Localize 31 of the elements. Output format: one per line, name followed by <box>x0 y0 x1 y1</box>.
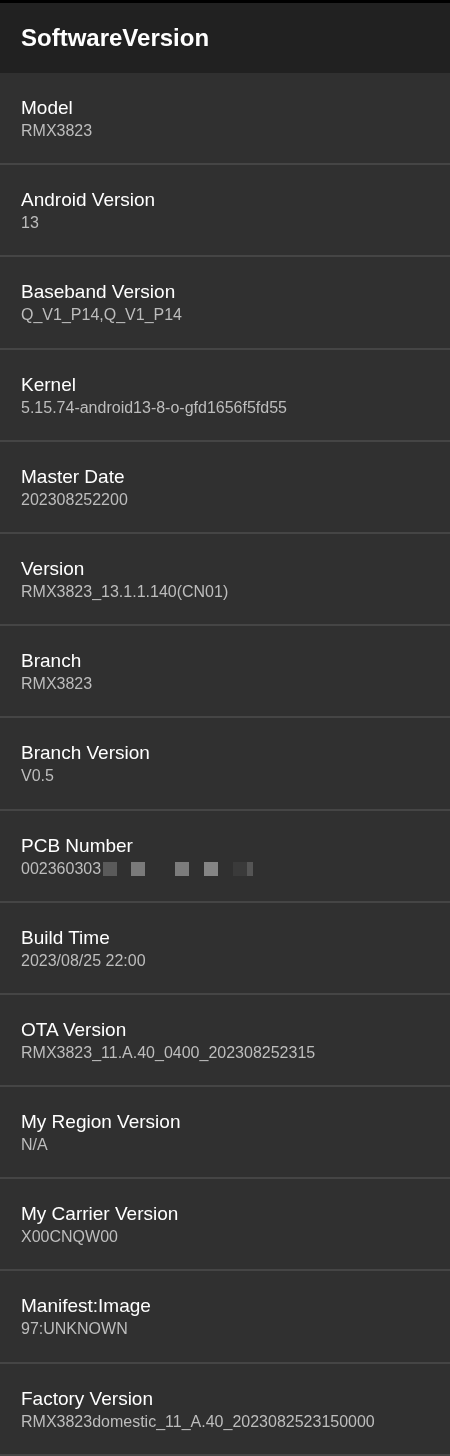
info-value: Q_V1_P14,Q_V1_P14 <box>21 305 182 326</box>
info-value: V0.5 <box>21 766 54 787</box>
info-label: PCB Number <box>21 833 134 858</box>
info-value: RMX3823_11.A.40_0400_202308252315 <box>21 1042 316 1063</box>
info-label: Factory Version <box>21 1386 154 1411</box>
info-value: 13 <box>21 213 39 234</box>
info-value: 002360303 <box>21 858 102 879</box>
info-label: Master Date <box>21 464 126 489</box>
info-label: Model <box>21 96 74 120</box>
info-value: 97:UNKNOWN <box>21 1319 128 1340</box>
info-label: Manifest:Image <box>21 1294 152 1319</box>
info-label: Kernel <box>21 372 77 397</box>
info-label: Baseband Version <box>21 280 177 305</box>
info-value: 2023/08/25 22:00 <box>21 950 146 971</box>
info-label: Version <box>21 556 86 581</box>
info-label: Branch Version <box>21 741 151 766</box>
info-label: OTA Version <box>21 1017 128 1042</box>
info-label: Android Version <box>21 188 157 213</box>
info-value: RMX3823 <box>21 674 93 695</box>
info-value: N/A <box>21 1135 48 1156</box>
info-value: 5.15.74-android13-8-o-gfd1656f5fd55 <box>21 397 287 418</box>
info-value: X00CNQW00 <box>21 1227 118 1248</box>
info-value: 202308252200 <box>21 489 128 510</box>
info-label: My Carrier Version <box>21 1202 180 1227</box>
info-value: RMX3823 <box>21 121 93 141</box>
info-value: RMX3823domestic_11_A.40_2023082523150000 <box>21 1411 375 1432</box>
info-label: My Region Version <box>21 1110 182 1135</box>
info-label: Branch <box>21 649 83 674</box>
info-label: Build Time <box>21 925 111 950</box>
info-value: RMX3823_13.1.1.140(CN01) <box>21 581 229 602</box>
screen-title: SoftwareVersion <box>21 23 210 53</box>
